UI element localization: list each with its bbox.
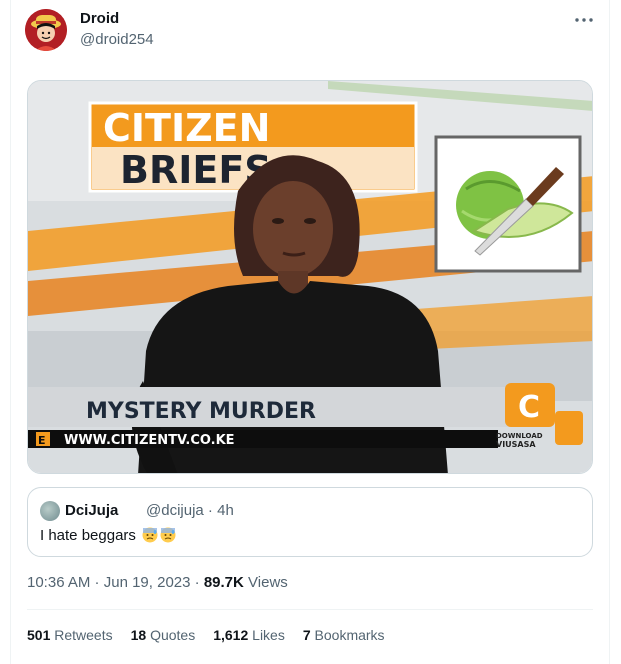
author-avatar[interactable] bbox=[25, 9, 67, 51]
quoted-text-line: I hate beggars bbox=[40, 527, 176, 544]
luffy-avatar-icon bbox=[25, 9, 67, 51]
tweet-date[interactable]: Jun 19, 2023 bbox=[104, 574, 191, 591]
quoted-text: I hate beggars bbox=[40, 527, 136, 544]
divider bbox=[27, 609, 593, 610]
tweet-timestamp: 10:36 AM · Jun 19, 2023 · 89.7K Views bbox=[27, 574, 288, 591]
author-handle[interactable]: @droid254 bbox=[80, 31, 154, 48]
author-name[interactable]: Droid bbox=[80, 10, 119, 27]
quoted-author-meta: @dcijuja · 4h bbox=[146, 502, 234, 519]
banner-line1: CITIZEN bbox=[103, 106, 270, 150]
anxious-face-with-sweat-icon bbox=[160, 527, 176, 543]
lower-third-headline: MYSTERY MURDER bbox=[86, 399, 316, 424]
quoted-author-avatar bbox=[40, 501, 60, 521]
download-label: DOWNLOAD bbox=[496, 432, 543, 440]
ticker-prefix: E bbox=[38, 434, 46, 447]
retweets-stat[interactable]: 501 Retweets bbox=[27, 627, 113, 643]
quoted-author-name: DciJuja bbox=[65, 502, 119, 519]
bookmarks-stat[interactable]: 7 Bookmarks bbox=[303, 627, 385, 643]
ticker-url: WWW.CITIZENTV.CO.KE bbox=[64, 433, 235, 448]
engagement-stats: 501 Retweets 18 Quotes 1,612 Likes 7 Boo… bbox=[27, 627, 385, 643]
anxious-face-with-sweat-icon bbox=[142, 527, 158, 543]
likes-stat[interactable]: 1,612 Likes bbox=[213, 627, 285, 643]
quoted-author-handle: @dcijuja bbox=[146, 502, 204, 519]
svg-text:C: C bbox=[518, 390, 540, 425]
more-horizontal-icon[interactable] bbox=[572, 8, 596, 32]
viusasa-label: VIUSASA bbox=[496, 440, 536, 449]
quoted-tweet[interactable]: DciJuja @dcijuja · 4h I hate beggars bbox=[27, 487, 593, 557]
quotes-stat[interactable]: 18 Quotes bbox=[131, 627, 196, 643]
views-count: 89.7K bbox=[203, 574, 244, 591]
viusasa-logo bbox=[555, 411, 583, 445]
news-broadcast-image: CITIZEN BRIEFS MYSTERY MURDER E WWW.CITI… bbox=[28, 81, 592, 473]
tweet-media-image[interactable]: CITIZEN BRIEFS MYSTERY MURDER E WWW.CITI… bbox=[27, 80, 593, 474]
views-label: Views bbox=[248, 574, 288, 591]
quoted-time: 4h bbox=[217, 502, 234, 519]
tweet-time[interactable]: 10:36 AM bbox=[27, 574, 90, 591]
